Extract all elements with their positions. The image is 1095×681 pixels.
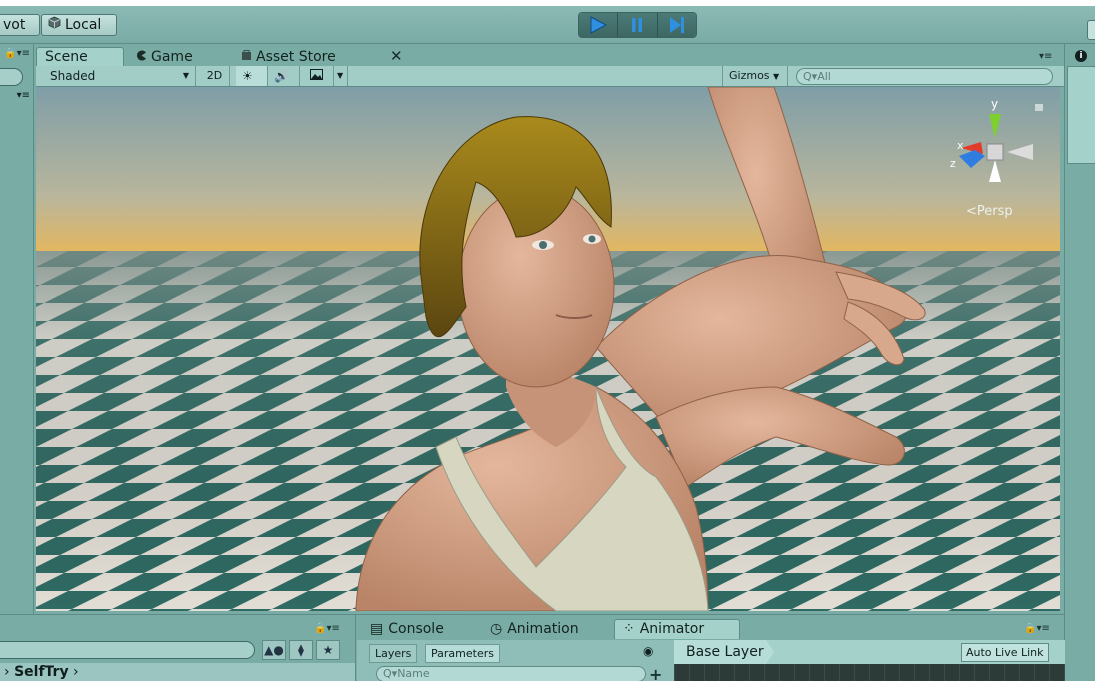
clock-icon: ◷ [490,620,503,637]
preview-thumbnail [1067,66,1095,164]
lighting-toggle-button[interactable]: ☀ [236,66,268,86]
scene-view-toolbar: Shaded ▼ 2D ☀ 🔊 ▼ Gizmos ▼ Q▾All [36,66,1064,87]
speaker-icon: 🔊 [274,69,289,83]
eye-icon[interactable]: ◉ [643,644,653,658]
graph-grid [674,664,1065,681]
store-icon [241,48,252,67]
search-icon: Q▾ [803,70,818,83]
favorites-button[interactable]: ★ [316,640,340,660]
panel-menu-icon[interactable]: ▾≡ [0,90,34,106]
hierarchy-filter-input[interactable] [0,641,255,659]
step-icon [669,17,684,33]
playback-controls [578,12,697,38]
tab-game[interactable]: Game [128,47,201,67]
info-icon[interactable]: i [1075,50,1087,62]
effects-toggle-button[interactable] [304,66,334,86]
animator-graph[interactable]: Base Layer Auto Live Link [674,640,1065,681]
gizmo-x-label: x [957,139,964,152]
panel-menu-icon[interactable]: 🔒▾≡ [0,48,34,66]
local-toggle-button[interactable]: Local [41,14,117,36]
projection-label[interactable]: <Persp [966,204,1013,219]
hierarchy-panel: 🔒▾≡ ▲● ⧫ ★ › SelfTry › [0,614,355,681]
main-toolbar: vot Local [0,6,1095,44]
cube-icon [48,15,61,35]
neg-x-axis-cone-icon[interactable] [1007,144,1033,160]
auto-live-link-toggle[interactable]: Auto Live Link [961,643,1049,662]
hierarchy-search-input[interactable] [0,68,23,86]
star-icon: ★ [322,643,334,657]
tab-parameters[interactable]: Parameters [425,644,500,663]
tab-layers[interactable]: Layers [369,644,418,663]
shapes-icon: ▲● [264,643,284,657]
tag-icon: ⧫ [298,643,304,657]
sun-icon: ☀ [242,69,253,83]
scene-search-input[interactable]: Q▾All [796,68,1053,85]
breadcrumb: › SelfTry › [0,663,355,681]
animator-panel: ▤ Console ◷ Animation ⁘ Animator 🔒▾≡ Lay… [355,614,1065,681]
layers-dropdown-button[interactable] [1087,20,1095,40]
step-button[interactable] [657,13,696,37]
gizmo-z-label: z [950,157,956,170]
tab-asset-store[interactable]: Asset Store [233,47,344,67]
shading-mode-dropdown[interactable]: Shaded ▼ [36,66,196,86]
audio-toggle-button[interactable]: 🔊 [268,66,300,86]
pause-icon [632,18,643,32]
pacman-icon [136,48,147,67]
neg-y-axis-cone-icon[interactable] [989,160,1001,182]
tab-console[interactable]: ▤ Console [362,619,452,639]
chevron-left-icon: < [966,204,977,219]
chevron-down-icon: ▼ [773,72,780,81]
gizmos-dropdown[interactable]: Gizmos ▼ [722,66,788,86]
gizmo-y-label: y [991,97,998,111]
chevron-down-icon: ▼ [182,71,189,80]
hierarchy-panel-edge: 🔒▾≡ ▾≡ [0,44,34,614]
pause-button[interactable] [618,13,658,37]
panel-menu-icon[interactable]: ▾≡ [1039,51,1052,62]
add-parameter-button[interactable]: + [649,665,662,681]
parameter-search-input[interactable]: Q▾Name [376,666,646,681]
panel-menu-icon[interactable]: 🔒▾≡ [1024,623,1050,634]
image-icon [310,69,323,83]
tab-animator[interactable]: ⁘ Animator [614,619,740,639]
chevron-down-icon: ▼ [337,71,344,80]
animator-icon: ⁘ [623,621,635,637]
lock-icon[interactable] [1035,104,1043,111]
filter-by-type-button[interactable]: ▲● [262,640,286,660]
scene-viewport[interactable] [36,87,1060,611]
play-icon [590,16,608,34]
search-icon: Q▾ [383,667,398,680]
tab-animation[interactable]: ◷ Animation [482,619,587,639]
console-icon: ▤ [370,620,384,637]
scene-tab-bar: Scene Game Asset Store ✕ ▾≡ [36,44,1064,67]
filter-by-label-button[interactable]: ⧫ [289,640,313,660]
inspector-panel-edge: i [1064,44,1095,681]
pivot-toggle-button[interactable]: vot [0,14,40,36]
animator-sidebar: Layers Parameters ◉ Q▾Name + [357,640,674,681]
play-button[interactable] [579,13,619,37]
effects-dropdown-button[interactable]: ▼ [334,66,348,86]
panel-menu-icon[interactable]: 🔒▾≡ [314,623,340,634]
close-icon[interactable]: ✕ [390,47,403,65]
2d-toggle-button[interactable]: 2D [200,66,230,86]
breadcrumb-item[interactable]: SelfTry [14,664,69,680]
tab-scene[interactable]: Scene [36,47,124,67]
base-layer-breadcrumb[interactable]: Base Layer [674,640,774,664]
y-axis-cone-icon[interactable] [989,114,1001,138]
